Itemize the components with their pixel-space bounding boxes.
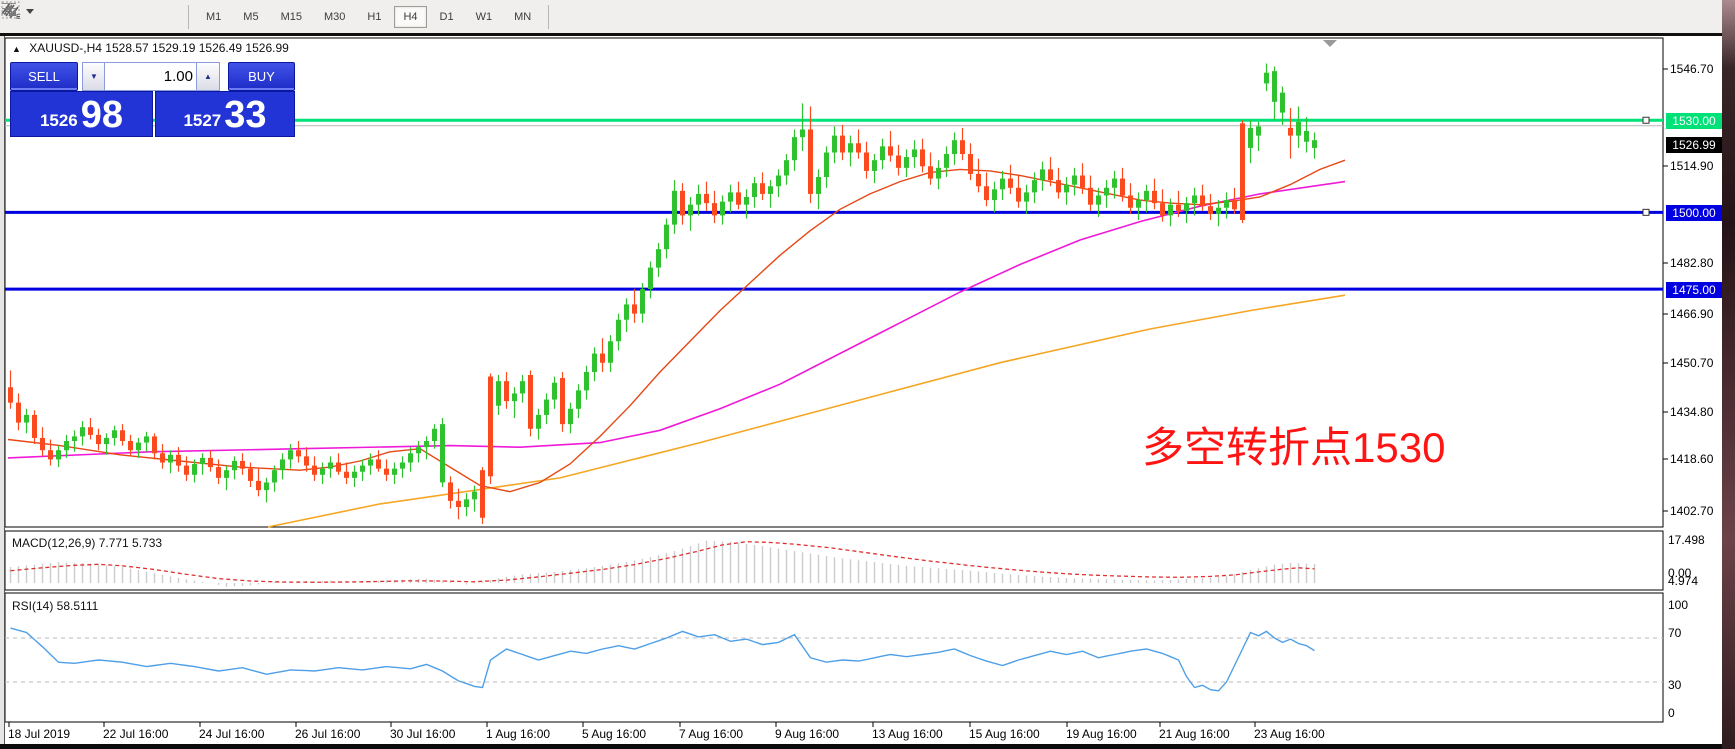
sell-button[interactable]: SELL xyxy=(10,62,78,91)
timeframe-m1[interactable]: M1 xyxy=(197,6,230,28)
macd-indicator-label: MACD(12,26,9) 7.771 5.733 xyxy=(12,536,162,550)
symbol-title: XAUUSD-,H4 xyxy=(29,41,102,55)
time-axis-label: 7 Aug 16:00 xyxy=(679,727,743,741)
timeframe-d1[interactable]: D1 xyxy=(431,6,463,28)
timeframe-h4[interactable]: H4 xyxy=(394,6,426,28)
timeframe-h1[interactable]: H1 xyxy=(358,6,390,28)
time-axis-label: 18 Jul 2019 xyxy=(8,727,70,741)
chart-annotation-text: 多空转折点1530 xyxy=(1142,414,1445,475)
time-axis-label: 23 Aug 16:00 xyxy=(1254,727,1325,741)
price-axis-label: 1434.80 xyxy=(1670,405,1713,419)
time-axis-label: 1 Aug 16:00 xyxy=(486,727,550,741)
toolbar-separator xyxy=(188,5,189,29)
price-axis-label: 1418.60 xyxy=(1670,452,1713,466)
time-axis-label: 21 Aug 16:00 xyxy=(1159,727,1230,741)
timeframe-buttons: M1M5M15M30H1H4D1W1MN xyxy=(195,6,542,28)
indicator-scale-label: 100 xyxy=(1668,598,1688,612)
indicator-scale-label: 70 xyxy=(1668,626,1681,640)
ask-price-box[interactable]: 1527 33 xyxy=(155,91,295,137)
time-axis-label: 19 Aug 16:00 xyxy=(1066,727,1137,741)
timeframe-m15[interactable]: M15 xyxy=(272,6,311,28)
ask-price-big: 33 xyxy=(224,95,266,135)
price-axis-label: 1466.90 xyxy=(1670,307,1713,321)
price-axis-label: 1402.70 xyxy=(1670,504,1713,518)
price-axis-label: 1514.90 xyxy=(1670,159,1713,173)
indicator-scale-label: 17.498 xyxy=(1668,533,1705,547)
objects-arrow-icon[interactable] xyxy=(140,5,182,29)
indicators-crosshair-icon[interactable]: E xyxy=(4,5,34,29)
price-line-label: 1526.99 xyxy=(1666,137,1722,153)
time-axis-label: 24 Jul 16:00 xyxy=(199,727,264,741)
price-axis-label: 1482.80 xyxy=(1670,256,1713,270)
svg-text:E: E xyxy=(16,14,21,20)
buy-button[interactable]: BUY xyxy=(228,62,295,91)
window-bottom-strip xyxy=(0,744,1722,749)
ohlc-readout: 1528.57 1529.19 1526.49 1526.99 xyxy=(105,41,289,55)
time-axis-label: 9 Aug 16:00 xyxy=(775,727,839,741)
text-label-icon[interactable]: A xyxy=(72,5,102,29)
ask-price-small: 1527 xyxy=(183,111,221,131)
timeframe-m5[interactable]: M5 xyxy=(234,6,267,28)
window-edge-strip xyxy=(1722,0,1735,749)
volume-increase-button[interactable]: ▲ xyxy=(196,62,220,91)
time-axis-label: 5 Aug 16:00 xyxy=(582,727,646,741)
macd-panel xyxy=(5,531,1663,590)
time-axis-label: 30 Jul 16:00 xyxy=(390,727,455,741)
time-axis-label: 22 Jul 16:00 xyxy=(103,727,168,741)
toolbar: E F A T M1M5M15M30H1H4D1W1MN xyxy=(0,0,1722,36)
collapse-triangle-icon[interactable]: ▲ xyxy=(12,44,21,54)
bid-price-box[interactable]: 1526 98 xyxy=(10,91,153,137)
timeframe-mn[interactable]: MN xyxy=(505,6,540,28)
chart-shift-marker xyxy=(1323,40,1337,47)
time-axis-label: 13 Aug 16:00 xyxy=(872,727,943,741)
timeframe-w1[interactable]: W1 xyxy=(467,6,502,28)
one-click-trading-panel: SELL ▼ ▲ BUY 1526 98 1527 33 xyxy=(8,58,295,135)
timeframe-m30[interactable]: M30 xyxy=(315,6,354,28)
bid-price-big: 98 xyxy=(81,95,123,135)
rsi-indicator-label: RSI(14) 58.5111 xyxy=(12,599,98,613)
price-line-label: 1475.00 xyxy=(1666,282,1722,298)
window-left-edge xyxy=(0,36,5,744)
text-box-icon[interactable]: T xyxy=(106,5,136,29)
price-line-label: 1530.00 xyxy=(1666,113,1722,129)
volume-decrease-button[interactable]: ▼ xyxy=(82,62,106,91)
line-handle xyxy=(1643,117,1649,123)
price-line-label: 1500.00 xyxy=(1666,205,1722,221)
indicator-scale-label: 0 xyxy=(1668,706,1675,720)
time-axis-label: 26 Jul 16:00 xyxy=(295,727,360,741)
price-axis-label: 1450.70 xyxy=(1670,356,1713,370)
indicator-scale-label: 4.974 xyxy=(1668,574,1698,588)
toolbar-separator xyxy=(548,5,549,29)
indicator-scale-label: 30 xyxy=(1668,678,1681,692)
volume-input[interactable] xyxy=(104,62,198,91)
time-axis-label: 15 Aug 16:00 xyxy=(969,727,1040,741)
rsi-panel xyxy=(5,593,1663,722)
chart-header[interactable]: ▲ XAUUSD-,H4 1528.57 1529.19 1526.49 152… xyxy=(12,41,289,55)
line-handle xyxy=(1643,209,1649,215)
price-axis-label: 1546.70 xyxy=(1670,62,1713,76)
bid-price-small: 1526 xyxy=(40,111,78,131)
grid-f-icon[interactable]: F xyxy=(38,5,68,29)
